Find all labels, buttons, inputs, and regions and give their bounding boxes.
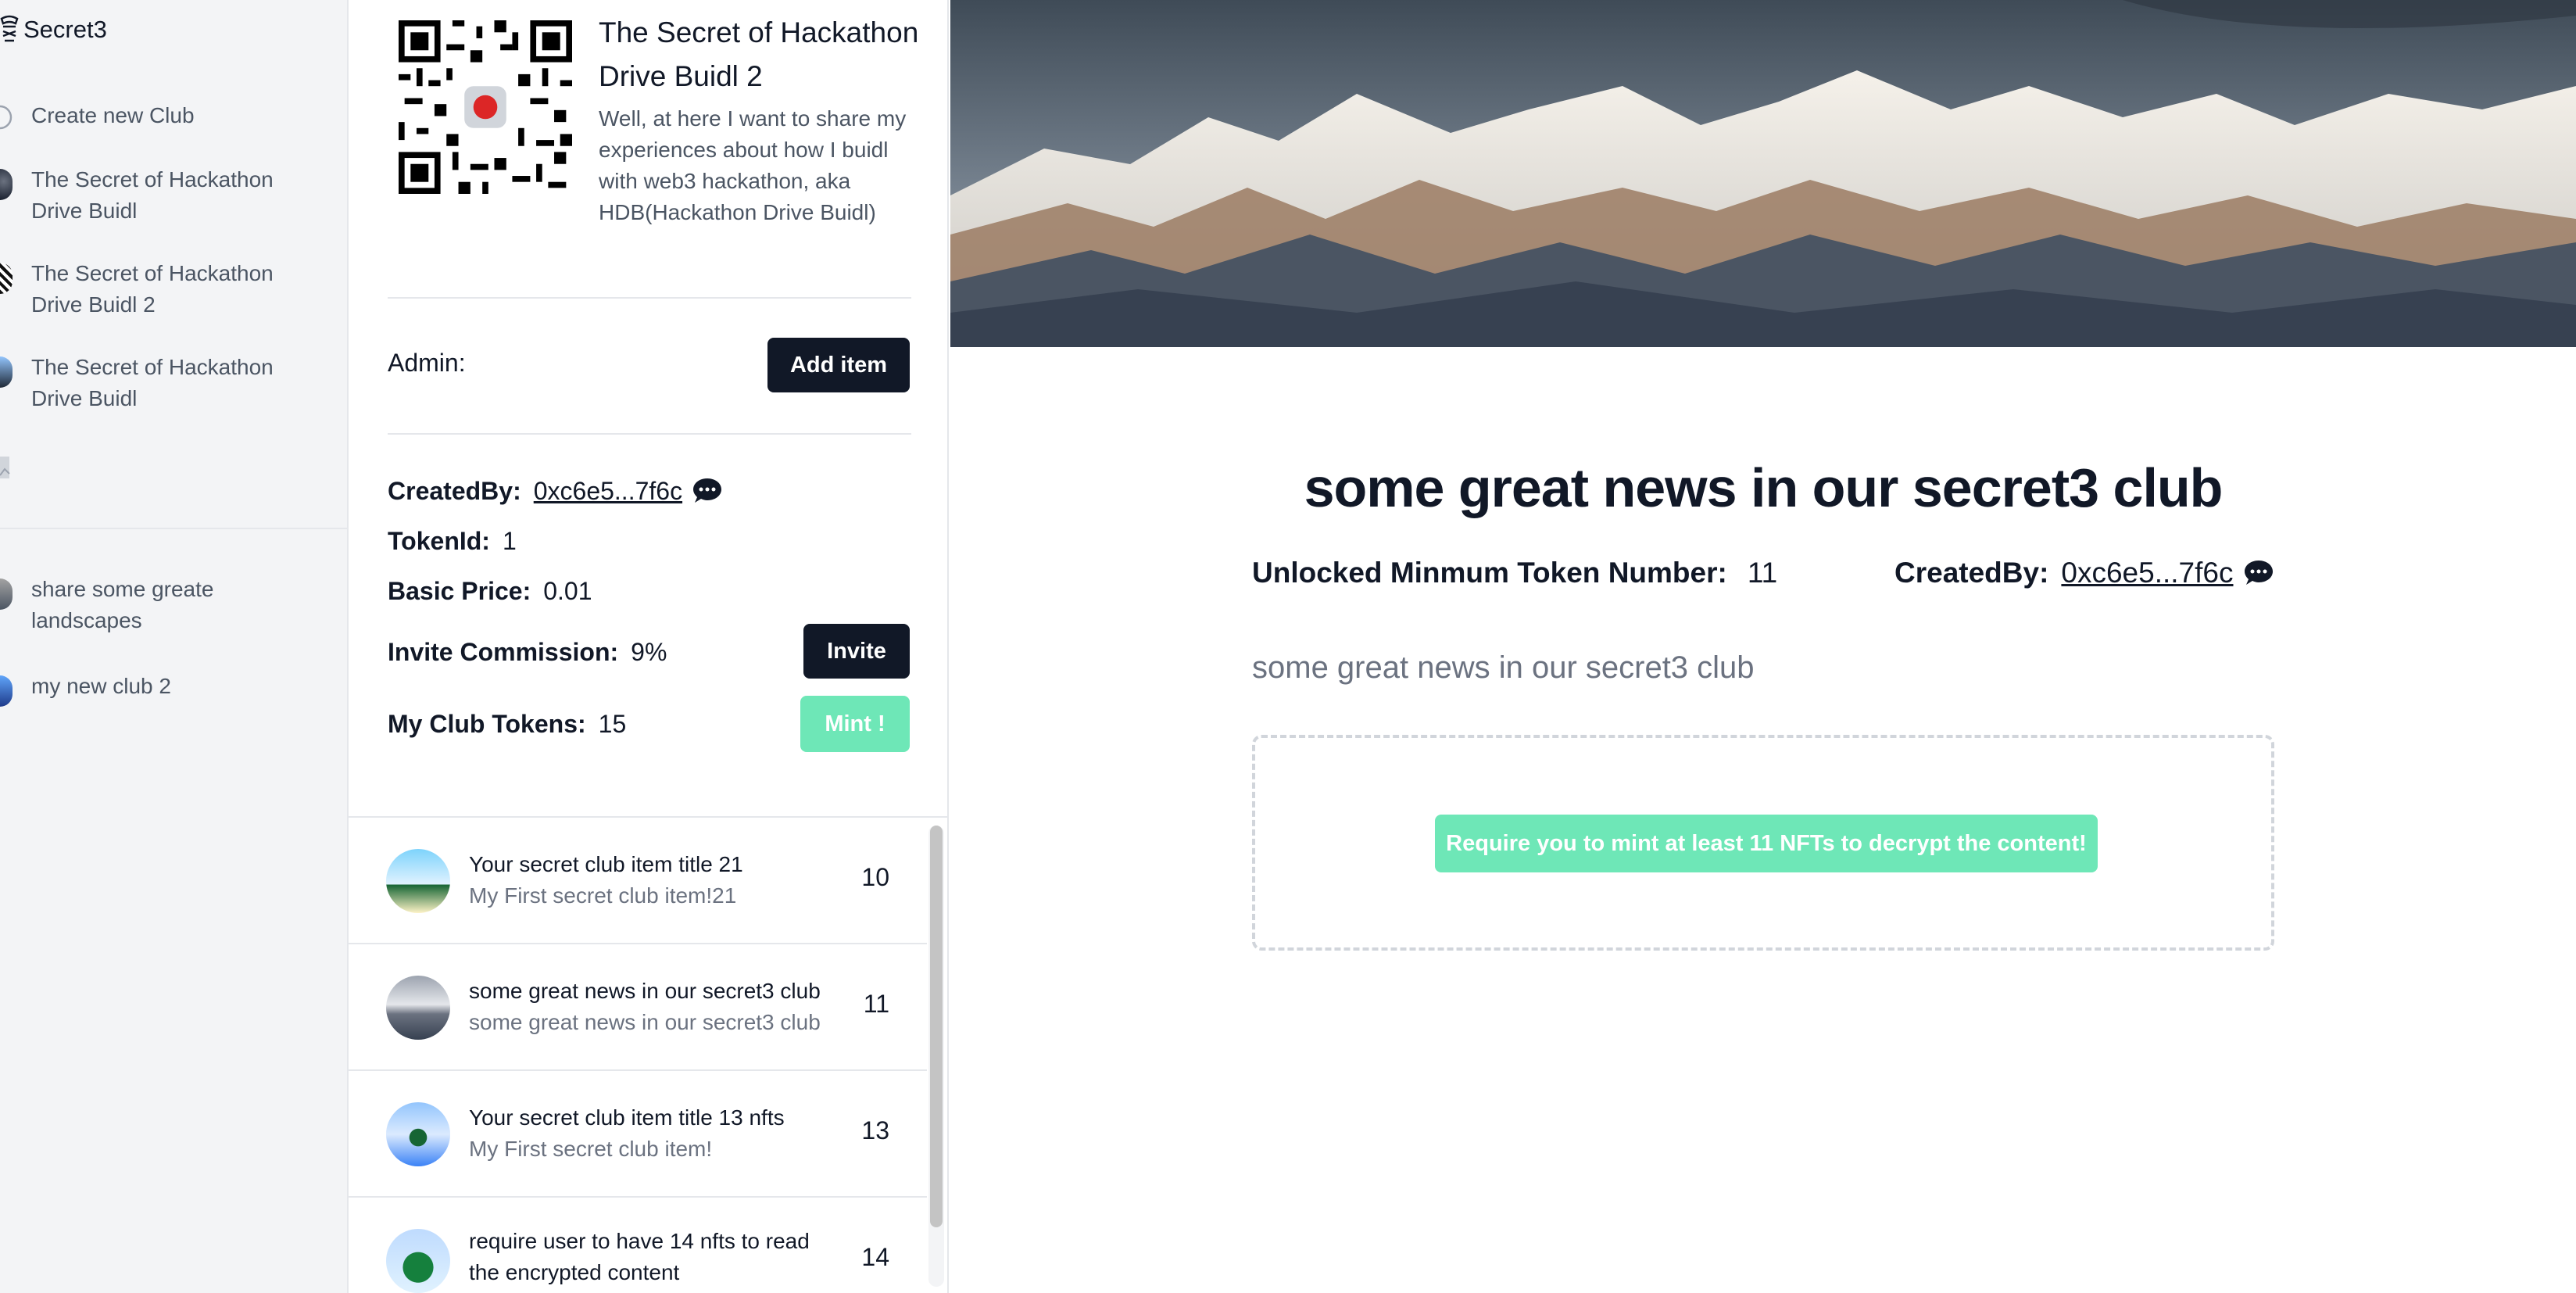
sidebar-club-item[interactable]: The Secret of Hackathon Drive Buidl 2 bbox=[0, 258, 328, 321]
sidebar-club-label: The Secret of Hackathon Drive Buidl 2 bbox=[31, 261, 274, 317]
list-item[interactable]: require user to have 14 nfts to read the… bbox=[349, 1198, 927, 1293]
item-title: Your secret club item title 21 bbox=[469, 852, 743, 876]
item-thumbnail bbox=[386, 1229, 450, 1293]
sidebar-image-item[interactable] bbox=[0, 450, 328, 480]
secret3-logo-icon bbox=[0, 15, 19, 42]
decrypt-mint-button[interactable]: Require you to mint at least 11 NFTs to … bbox=[1435, 815, 2098, 872]
token-id-row: TokenId: 1 bbox=[388, 524, 517, 558]
sidebar-club-item[interactable]: The Secret of Hackathon Drive Buidl bbox=[0, 164, 328, 227]
list-item[interactable]: some great news in our secret3 club some… bbox=[349, 944, 927, 1071]
item-title: Your secret club item title 13 nfts bbox=[469, 1105, 785, 1130]
my-tokens-value: 15 bbox=[598, 709, 627, 738]
basic-price-key: Basic Price: bbox=[388, 576, 531, 605]
item-subtitle: My First secret club item! bbox=[469, 1137, 713, 1161]
item-detail: some great news in our secret3 club Unlo… bbox=[950, 0, 2576, 1293]
invite-commission-row: Invite Commission: 9% bbox=[388, 635, 667, 669]
created-by-key: CreatedBy: bbox=[388, 476, 521, 505]
item-subtitle: some great news in our secret3 club bbox=[469, 1010, 821, 1034]
unlock-key: Unlocked Minmum Token Number: bbox=[1252, 557, 1727, 589]
item-subtitle: My First secret club item!21 bbox=[469, 883, 737, 908]
app-name: Secret3 bbox=[23, 16, 107, 43]
item-list: Your secret club item title 21 My First … bbox=[349, 816, 949, 1293]
unlock-value: 11 bbox=[1747, 557, 1778, 589]
detail-created-by-row: CreatedBy: 0xc6e5...7f6c bbox=[1894, 557, 2274, 589]
invite-button[interactable]: Invite bbox=[803, 624, 910, 679]
item-token-count: 14 bbox=[861, 1243, 889, 1271]
creator-address-link[interactable]: 0xc6e5...7f6c bbox=[534, 477, 682, 506]
create-club-label: Create new Club bbox=[31, 103, 195, 127]
hero-mountain-image bbox=[950, 0, 2576, 347]
item-detail-title: some great news in our secret3 club bbox=[1304, 457, 2224, 518]
sidebar-club-label: The Secret of Hackathon Drive Buidl bbox=[31, 167, 274, 223]
item-thumbnail bbox=[386, 849, 450, 913]
encrypted-content-box: Require you to mint at least 11 NFTs to … bbox=[1252, 735, 2274, 951]
add-item-button[interactable]: Add item bbox=[767, 338, 910, 392]
club-avatar bbox=[0, 356, 13, 388]
invite-commission-key: Invite Commission: bbox=[388, 637, 619, 666]
chat-bubble-icon[interactable] bbox=[692, 477, 723, 505]
sidebar-club-item[interactable]: The Secret of Hackathon Drive Buidl bbox=[0, 352, 328, 414]
sidebar-joined-label: my new club 2 bbox=[31, 674, 171, 698]
club-avatar bbox=[0, 578, 13, 610]
club-avatar bbox=[0, 169, 13, 200]
item-thumbnail bbox=[386, 976, 450, 1040]
my-tokens-key: My Club Tokens: bbox=[388, 709, 586, 738]
sidebar-divider bbox=[0, 528, 349, 529]
sidebar: Secret3 Create new Club The Secret of Ha… bbox=[0, 0, 349, 1293]
token-id-value: 1 bbox=[502, 526, 517, 555]
list-item[interactable]: Your secret club item title 13 nfts My F… bbox=[349, 1071, 927, 1198]
invite-commission-value: 9% bbox=[631, 637, 667, 666]
club-title: The Secret of Hackathon Drive Buidl 2 bbox=[599, 16, 919, 92]
image-placeholder-icon bbox=[0, 457, 10, 478]
item-token-count: 13 bbox=[861, 1116, 889, 1144]
chat-bubble-icon[interactable] bbox=[2243, 559, 2274, 587]
admin-label: Admin: bbox=[388, 349, 466, 377]
sidebar-club-label: The Secret of Hackathon Drive Buidl bbox=[31, 355, 274, 410]
item-title: require user to have 14 nfts to read the… bbox=[469, 1229, 810, 1284]
unlock-row: Unlocked Minmum Token Number: 11 bbox=[1252, 557, 1777, 589]
mint-button[interactable]: Mint ! bbox=[800, 696, 910, 752]
basic-price-row: Basic Price: 0.01 bbox=[388, 574, 592, 608]
sidebar-joined-label: share some greate landscapes bbox=[31, 577, 214, 632]
divider bbox=[388, 297, 911, 299]
create-club-button[interactable]: Create new Club bbox=[0, 100, 328, 131]
created-by-row: CreatedBy: 0xc6e5...7f6c bbox=[388, 474, 723, 508]
detail-created-by-key: CreatedBy: bbox=[1894, 557, 2049, 589]
sidebar-joined-item[interactable]: my new club 2 bbox=[0, 671, 328, 707]
club-avatar bbox=[0, 675, 13, 707]
item-token-count: 10 bbox=[861, 863, 889, 891]
item-detail-description: some great news in our secret3 club bbox=[1252, 650, 1755, 685]
detail-creator-address-link[interactable]: 0xc6e5...7f6c bbox=[2061, 557, 2233, 589]
item-token-count: 11 bbox=[863, 990, 889, 1018]
basic-price-value: 0.01 bbox=[543, 576, 592, 605]
plus-circle-icon bbox=[0, 105, 13, 130]
list-item[interactable]: Your secret club item title 21 My First … bbox=[349, 818, 927, 944]
list-scrollbar-thumb[interactable] bbox=[930, 826, 943, 1227]
divider bbox=[388, 433, 911, 435]
club-avatar bbox=[0, 263, 13, 294]
brand[interactable]: Secret3 bbox=[0, 14, 107, 45]
qr-code-icon[interactable] bbox=[399, 20, 572, 194]
item-title: some great news in our secret3 club bbox=[469, 979, 821, 1003]
sidebar-joined-item[interactable]: share some greate landscapes bbox=[0, 574, 328, 636]
club-description: Well, at here I want to share my experie… bbox=[599, 106, 907, 224]
my-tokens-row: My Club Tokens: 15 bbox=[388, 707, 626, 741]
item-thumbnail bbox=[386, 1102, 450, 1166]
token-id-key: TokenId: bbox=[388, 526, 490, 555]
